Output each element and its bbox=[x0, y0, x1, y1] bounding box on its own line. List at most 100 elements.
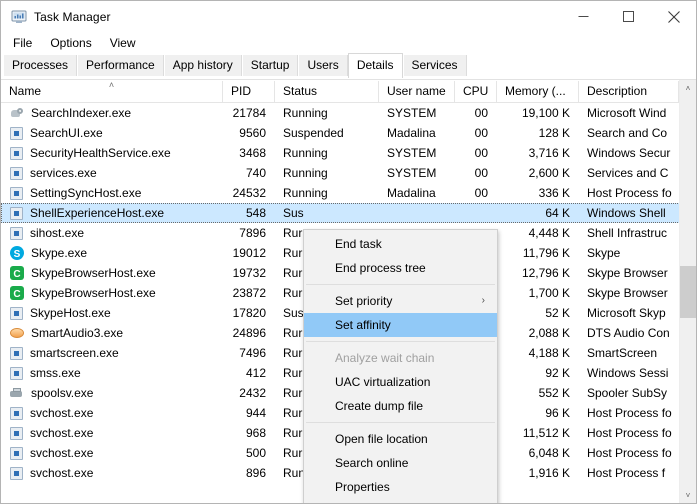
context-menu-item[interactable]: Set affinity bbox=[304, 313, 497, 337]
generic-app-icon bbox=[10, 126, 23, 140]
menu-bar: File Options View bbox=[1, 32, 696, 54]
cell-name: Skype.exe bbox=[1, 243, 223, 263]
cell-memory: 4,448 K bbox=[528, 226, 570, 240]
cell-memory: 6,048 K bbox=[528, 446, 570, 460]
tab-processes[interactable]: Processes bbox=[3, 55, 78, 77]
context-menu-item[interactable]: End task bbox=[304, 232, 497, 256]
cell-pid: 2432 bbox=[239, 386, 266, 400]
cell-user-name: SYSTEM bbox=[387, 146, 437, 160]
column-header-name[interactable]: Name ˄ bbox=[1, 80, 223, 102]
cell-memory: 11,796 K bbox=[522, 246, 570, 260]
context-menu-item[interactable]: Set priority › bbox=[304, 289, 497, 313]
table-row[interactable]: SearchIndexer.exe 21784 Running SYSTEM 00 19,… bbox=[1, 103, 696, 123]
menu-view[interactable]: View bbox=[106, 35, 145, 52]
table-row[interactable]: SecurityHealthService.exe 3468 Running SYST… bbox=[1, 143, 696, 163]
table-row[interactable]: ShellExperienceHost.exe 548 Sus 64 K Windows… bbox=[1, 203, 696, 223]
cell-user-name: Madalina bbox=[387, 186, 436, 200]
cell-name: smss.exe bbox=[1, 363, 223, 383]
cell-pid: 19732 bbox=[232, 266, 266, 280]
cell-name: SearchUI.exe bbox=[1, 123, 223, 143]
context-menu-item-label: Create dump file bbox=[335, 399, 424, 413]
context-menu-separator bbox=[306, 422, 495, 423]
process-name-label: SearchIndexer.exe bbox=[31, 106, 132, 120]
process-name-label: svchost.exe bbox=[30, 406, 94, 420]
cell-pid: 500 bbox=[245, 446, 266, 460]
process-name-label: sihost.exe bbox=[30, 226, 85, 240]
maximize-button[interactable] bbox=[606, 1, 651, 32]
context-menu-separator bbox=[306, 284, 495, 285]
context-menu-item[interactable]: Properties bbox=[304, 475, 497, 499]
generic-app-icon bbox=[10, 346, 23, 360]
cell-memory: 336 K bbox=[538, 186, 570, 200]
cell-description: Services and C bbox=[587, 166, 669, 180]
generic-app-icon bbox=[10, 186, 23, 200]
cell-description: Search and Co bbox=[587, 126, 668, 140]
cell-name: svchost.exe bbox=[1, 423, 223, 443]
cell-pid: 17820 bbox=[232, 306, 266, 320]
context-menu-item[interactable]: End process tree bbox=[304, 256, 497, 280]
cell-memory: 52 K bbox=[545, 306, 570, 320]
menu-options[interactable]: Options bbox=[46, 35, 100, 52]
table-row[interactable]: SettingSyncHost.exe 24532 Running Madalina 0… bbox=[1, 183, 696, 203]
cell-pid: 944 bbox=[245, 406, 266, 420]
scroll-down-button[interactable]: ˅ bbox=[680, 487, 696, 503]
scrollbar-thumb[interactable] bbox=[680, 266, 696, 318]
minimize-button[interactable] bbox=[561, 1, 606, 32]
cell-name: spoolsv.exe bbox=[1, 383, 223, 403]
process-name-label: SmartAudio3.exe bbox=[31, 326, 124, 340]
context-menu-item-label: Analyze wait chain bbox=[335, 351, 435, 365]
process-name-label: spoolsv.exe bbox=[31, 386, 94, 400]
cell-description: Host Process fo bbox=[587, 186, 672, 200]
context-menu-item: Analyze wait chain bbox=[304, 346, 497, 370]
cell-memory: 64 K bbox=[545, 206, 570, 220]
context-menu-item-label: End task bbox=[335, 237, 382, 251]
column-header-cpu[interactable]: CPU bbox=[455, 80, 497, 102]
vertical-scrollbar[interactable]: ˄ ˅ bbox=[679, 80, 696, 503]
cell-name: sihost.exe bbox=[1, 223, 223, 243]
column-header-description[interactable]: Description bbox=[579, 80, 679, 102]
generic-app-icon bbox=[10, 166, 23, 180]
task-manager-window: Task Manager File Options View Processes… bbox=[0, 0, 697, 504]
tab-services[interactable]: Services bbox=[402, 55, 467, 77]
process-name-label: smartscreen.exe bbox=[30, 346, 119, 360]
cell-user-name bbox=[379, 203, 455, 223]
cell-memory: 4,188 K bbox=[528, 346, 570, 360]
cell-status: Running bbox=[283, 146, 328, 160]
tab-startup[interactable]: Startup bbox=[241, 55, 299, 77]
context-menu-item[interactable]: Go to service(s) bbox=[304, 499, 497, 503]
context-menu-item[interactable]: UAC virtualization bbox=[304, 370, 497, 394]
spooler-icon bbox=[10, 387, 24, 399]
cell-pid: 7896 bbox=[239, 226, 266, 240]
context-menu-item[interactable]: Search online bbox=[304, 451, 497, 475]
cell-cpu: 00 bbox=[474, 106, 488, 120]
column-header-status[interactable]: Status bbox=[275, 80, 379, 102]
task-manager-icon bbox=[11, 9, 27, 25]
column-header-pid[interactable]: PID bbox=[223, 80, 275, 102]
context-menu-item[interactable]: Open file location bbox=[304, 427, 497, 451]
table-row[interactable]: SearchUI.exe 9560 Suspended Madalina 00 128 K… bbox=[1, 123, 696, 143]
generic-app-icon bbox=[10, 226, 23, 240]
menu-file[interactable]: File bbox=[9, 35, 41, 52]
scroll-up-button[interactable]: ˄ bbox=[680, 80, 696, 97]
tab-performance[interactable]: Performance bbox=[77, 55, 164, 77]
skype-browser-icon bbox=[10, 285, 24, 303]
cell-description: Microsoft Wind bbox=[587, 106, 667, 120]
context-menu-item[interactable]: Create dump file bbox=[304, 394, 497, 418]
process-name-label: svchost.exe bbox=[30, 426, 94, 440]
tab-app-history[interactable]: App history bbox=[163, 55, 242, 77]
title-bar: Task Manager bbox=[1, 1, 696, 32]
column-header-memory[interactable]: Memory (... bbox=[497, 80, 579, 102]
cell-description: Host Process fo bbox=[587, 446, 672, 460]
close-button[interactable] bbox=[651, 1, 696, 32]
table-row[interactable]: services.exe 740 Running SYSTEM 00 2,600 K Ser… bbox=[1, 163, 696, 183]
generic-app-icon bbox=[10, 206, 23, 220]
process-name-label: Skype.exe bbox=[31, 246, 88, 260]
tab-users[interactable]: Users bbox=[298, 55, 348, 77]
cell-description: Windows Shell bbox=[587, 206, 666, 220]
tab-details[interactable]: Details bbox=[347, 53, 403, 78]
column-header-user-name[interactable]: User name bbox=[379, 80, 455, 102]
cell-name: SkypeBrowserHost.exe bbox=[1, 283, 223, 303]
cell-pid: 548 bbox=[245, 206, 266, 220]
cell-memory: 552 K bbox=[538, 386, 570, 400]
cell-pid: 24532 bbox=[232, 186, 266, 200]
